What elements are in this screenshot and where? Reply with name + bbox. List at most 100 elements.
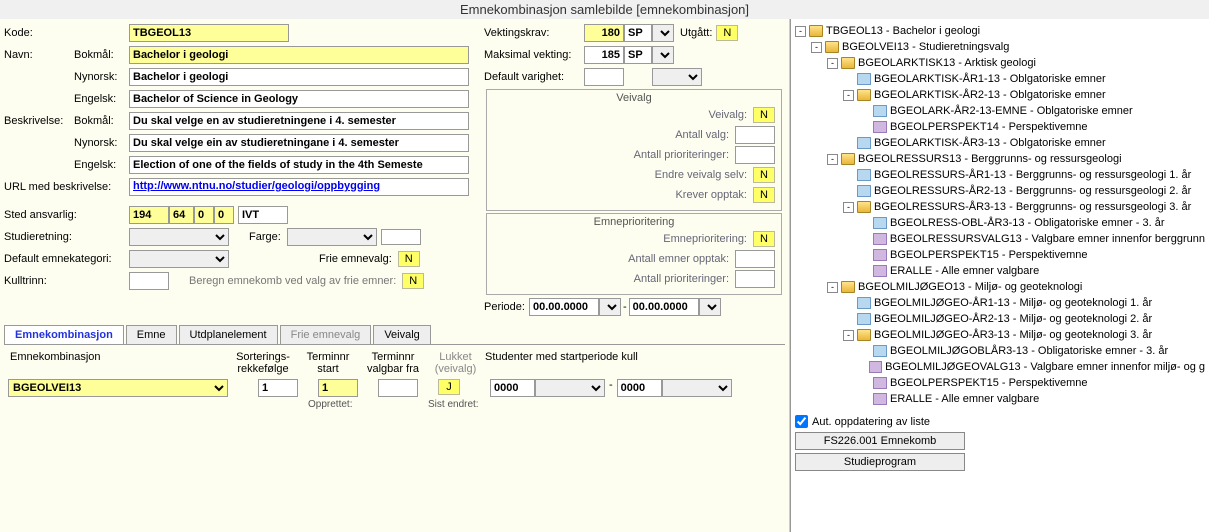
besk-bokmal-input[interactable] [129, 112, 469, 130]
tab-utdplanelement[interactable]: Utdplanelement [179, 325, 278, 344]
studieprogram-button[interactable]: Studieprogram [795, 453, 965, 471]
utgatt-value[interactable]: N [716, 25, 738, 41]
tree-node[interactable]: ERALLE - Alle emner valgbare [795, 391, 1205, 407]
besk-nynorsk-input[interactable] [129, 134, 469, 152]
tree-node[interactable]: -BGEOLMILJØGEO-ÅR3-13 - Miljø- og geotek… [795, 327, 1205, 343]
antall-prio-input[interactable] [735, 146, 775, 164]
sort-input[interactable] [258, 379, 298, 397]
sted5-input[interactable] [238, 206, 288, 224]
fs226-button[interactable]: FS226.001 Emnekomb [795, 432, 965, 450]
stud1-select[interactable] [535, 379, 605, 397]
sted1-input[interactable] [129, 206, 169, 224]
tree-node[interactable]: BGEOLRESSURS-ÅR1-13 - Berggrunns- og res… [795, 167, 1205, 183]
endre-selv-value[interactable]: N [753, 167, 775, 183]
periode1-select[interactable] [599, 298, 621, 316]
ek-select[interactable]: BGEOLVEI13 [8, 379, 228, 397]
maksimal-input[interactable] [584, 46, 624, 64]
tree-label: ERALLE - Alle emner valgbare [890, 263, 1039, 279]
navn-engelsk-input[interactable] [129, 90, 469, 108]
tree-node[interactable]: BGEOLMILJØGEO-ÅR1-13 - Miljø- og geotekn… [795, 295, 1205, 311]
tree-node[interactable]: BGEOLARK-ÅR2-13-EMNE - Oblgatoriske emne… [795, 103, 1205, 119]
veivalg-label: Veivalg: [708, 109, 747, 121]
tree-node[interactable]: BGEOLMILJØGEO-ÅR2-13 - Miljø- og geotekn… [795, 311, 1205, 327]
tree-node[interactable]: BGEOLPERSPEKT14 - Perspektivemne [795, 119, 1205, 135]
tree-node[interactable]: BGEOLARKTISK-ÅR3-13 - Oblgatoriske emner [795, 135, 1205, 151]
sted2-input[interactable] [169, 206, 194, 224]
sted3-input[interactable] [194, 206, 214, 224]
lukket-value[interactable]: J [438, 379, 460, 395]
krever-opptak-value[interactable]: N [753, 187, 775, 203]
term-valgbar-input[interactable] [378, 379, 418, 397]
tree-label: BGEOLRESSURS13 - Berggrunns- og ressursg… [858, 151, 1122, 167]
tree-node[interactable]: -BGEOLVEI13 - Studieretningsvalg [795, 39, 1205, 55]
tab-emnekombinasjon[interactable]: Emnekombinasjon [4, 325, 124, 344]
periode2-input[interactable] [629, 298, 699, 316]
tree-node[interactable]: - BGEOLRESSURS13 - Berggrunns- og ressurs… [795, 151, 1205, 167]
tab-frie-emnevalg[interactable]: Frie emnevalg [280, 325, 372, 344]
periode2-select[interactable] [699, 298, 721, 316]
tree-toggle-icon[interactable]: - [843, 90, 854, 101]
tree-label: BGEOLPERSPEKT15 - Perspektivemne [890, 375, 1087, 391]
tree-node[interactable]: BGEOLMILJØGEOVALG13 - Valgbare emner inn… [795, 359, 1205, 375]
tree-node[interactable]: -BGEOLMILJØGEO13 - Miljø- og geoteknolog… [795, 279, 1205, 295]
emnepri-value[interactable]: N [753, 231, 775, 247]
tree-node[interactable]: BGEOLRESS-OBL-ÅR3-13 - Obligatoriske emn… [795, 215, 1205, 231]
tree-node[interactable]: BGEOLPERSPEKT15 - Perspektivemne [795, 247, 1205, 263]
antall-prio2-input[interactable] [735, 270, 775, 288]
vektingskrav-input[interactable] [584, 24, 624, 42]
stud1-input[interactable] [490, 379, 535, 397]
node-icon [873, 265, 887, 277]
tree-node[interactable]: -BGEOLRESSURS-ÅR3-13 - Berggrunns- og re… [795, 199, 1205, 215]
tree-node[interactable]: BGEOLMILJØGOBLÅR3-13 - Obligatoriske emn… [795, 343, 1205, 359]
navn-bokmal-input[interactable] [129, 46, 469, 64]
folder-icon [809, 25, 823, 37]
url-link[interactable]: http://www.ntnu.no/studier/geologi/oppby… [129, 178, 469, 196]
default-emnekat-select[interactable] [129, 250, 229, 268]
veivalg-fieldset: Veivalg Veivalg:N Antall valg: Antall pr… [486, 89, 782, 211]
studieretning-label: Studieretning: [4, 231, 129, 243]
antall-valg-input[interactable] [735, 126, 775, 144]
periode1-input[interactable] [529, 298, 599, 316]
studieretning-select[interactable] [129, 228, 229, 246]
kode-input[interactable] [129, 24, 289, 42]
tree-label: BGEOLMILJØGEO-ÅR1-13 - Miljø- og geotekn… [874, 295, 1152, 311]
stud2-input[interactable] [617, 379, 662, 397]
tree-node[interactable]: BGEOLPERSPEKT15 - Perspektivemne [795, 375, 1205, 391]
tree-node[interactable]: BGEOLRESSURS-ÅR2-13 - Berggrunns- og res… [795, 183, 1205, 199]
sted-label: Sted ansvarlig: [4, 209, 129, 221]
tree-node[interactable]: ERALLE - Alle emner valgbare [795, 263, 1205, 279]
tree-toggle-icon[interactable]: - [795, 26, 806, 37]
beregn-value[interactable]: N [402, 273, 424, 289]
besk-engelsk-input[interactable] [129, 156, 469, 174]
tree-toggle-icon[interactable]: - [811, 42, 822, 53]
tree-node[interactable]: BGEOLRESSURSVALG13 - Valgbare emner inne… [795, 231, 1205, 247]
tree-node[interactable]: BGEOLARKTISK-ÅR1-13 - Oblgatoriske emner [795, 71, 1205, 87]
aut-opp-checkbox[interactable] [795, 415, 808, 428]
frie-emnevalg-value[interactable]: N [398, 251, 420, 267]
term-start-input[interactable] [318, 379, 358, 397]
navn-nynorsk-input[interactable] [129, 68, 469, 86]
tab-veivalg[interactable]: Veivalg [373, 325, 430, 344]
default-varighet-select[interactable] [652, 68, 702, 86]
stud2-select[interactable] [662, 379, 732, 397]
tree-toggle-icon[interactable]: - [843, 202, 854, 213]
tree-toggle-icon[interactable]: - [827, 58, 838, 69]
tree-node[interactable]: -BGEOLARKTISK13 - Arktisk geologi [795, 55, 1205, 71]
veivalg-value[interactable]: N [753, 107, 775, 123]
tree-toggle-icon[interactable]: - [827, 154, 838, 165]
maks-unit-select[interactable] [652, 46, 674, 64]
default-varighet-input[interactable] [584, 68, 624, 86]
node-icon [857, 73, 871, 85]
tab-emne[interactable]: Emne [126, 325, 177, 344]
maks-unit-input[interactable] [624, 46, 652, 64]
tree-node[interactable]: -TBGEOL13 - Bachelor i geologi [795, 23, 1205, 39]
kulltrinn-input[interactable] [129, 272, 169, 290]
antall-emner-input[interactable] [735, 250, 775, 268]
tree-toggle-icon[interactable]: - [843, 330, 854, 341]
farge-select[interactable] [287, 228, 377, 246]
sted4-input[interactable] [214, 206, 234, 224]
tree-toggle-icon[interactable]: - [827, 282, 838, 293]
vek-unit-select[interactable] [652, 24, 674, 42]
vek-unit-input[interactable] [624, 24, 652, 42]
tree-node[interactable]: -BGEOLARKTISK-ÅR2-13 - Oblgatoriske emne… [795, 87, 1205, 103]
